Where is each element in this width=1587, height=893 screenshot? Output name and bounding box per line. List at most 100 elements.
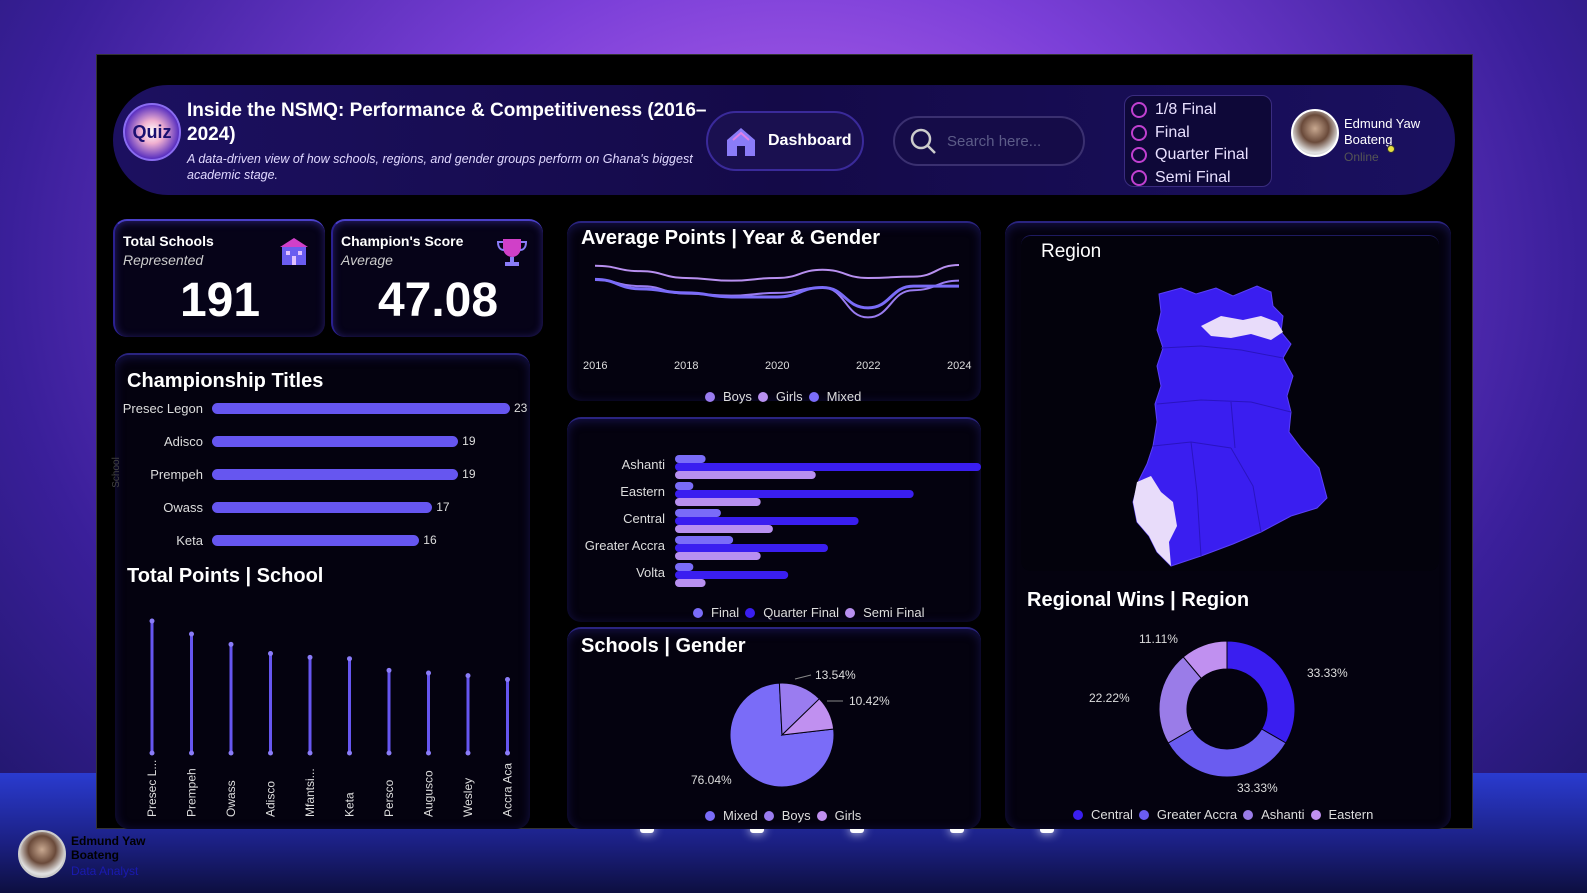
radio-icon[interactable] — [1131, 169, 1147, 186]
lollipop-head — [228, 641, 234, 647]
kpi-subtitle: Average — [341, 252, 393, 268]
stage-option-final[interactable]: Final — [1131, 122, 1265, 145]
legend-label: Girls — [834, 808, 862, 823]
lollipop-head — [347, 656, 352, 662]
lollipop-label: Accra Aca — [501, 763, 515, 817]
map-panel: Region — [1021, 235, 1439, 571]
championship-bar[interactable] — [212, 403, 510, 414]
line-series-boys — [594, 279, 960, 319]
stage-option-semi-final[interactable]: Semi Final — [1131, 167, 1265, 190]
lollipop-base — [347, 750, 352, 756]
avatar — [1291, 109, 1339, 157]
schools-gender-card: Schools | Gender 13.54% 10.42% 76.04% Mixe… — [567, 627, 981, 829]
donut-slice-greater-accra — [1167, 728, 1287, 778]
user-status: Online — [1344, 150, 1379, 164]
search-input[interactable] — [947, 132, 1077, 150]
legend-dot — [757, 391, 768, 402]
avg-points-card: Average Points | Year & Gender 2016 2018 2… — [567, 221, 981, 404]
region-bar — [675, 482, 694, 490]
region-bar — [675, 509, 721, 517]
pie-value-label: 76.04% — [691, 773, 732, 787]
bar-value: 17 — [436, 500, 450, 514]
region-bar — [675, 536, 734, 544]
dashboard-button[interactable]: Dashboard — [706, 111, 864, 171]
region-label: Ashanti — [622, 457, 665, 472]
dashboard-label: Dashboard — [768, 132, 852, 149]
championship-bar[interactable] — [212, 502, 433, 513]
legend-label: Mixed — [723, 808, 758, 823]
region-bar — [675, 490, 914, 498]
lollipop-head — [426, 670, 431, 676]
bar-value: 23 — [514, 401, 528, 415]
page-title: Inside the NSMQ: Performance & Competiti… — [187, 100, 707, 145]
region-bar — [675, 571, 789, 579]
donut-value-label: 33.33% — [1237, 781, 1278, 795]
ghana-map[interactable] — [1021, 236, 1439, 572]
kpi-title: Champion's Score — [341, 233, 464, 249]
kpi-champion-score: Champion's Score Average 47.08 — [331, 219, 543, 337]
user-profile[interactable]: Edmund Yaw Boateng Online — [1291, 107, 1451, 167]
lollipop-head — [505, 677, 510, 682]
bar-label: Presec Legon — [122, 401, 203, 416]
legend-dot — [808, 391, 819, 402]
search-icon — [910, 128, 936, 154]
region-bar — [675, 563, 694, 571]
pie-value-label: 10.42% — [849, 694, 890, 708]
championship-bar[interactable] — [212, 469, 459, 480]
x-tick-label: 2016 — [583, 360, 607, 372]
total-points-title: Total Points | School — [127, 565, 324, 587]
stage-label: Semi Final — [1155, 168, 1231, 186]
legend-label: Ashanti — [1261, 807, 1305, 822]
line-series-girls — [594, 264, 960, 282]
trophy-icon — [496, 239, 528, 266]
lollipop-label: Keta — [343, 792, 357, 817]
online-status-dot — [1387, 145, 1395, 153]
search-box[interactable] — [893, 116, 1085, 166]
pie-leader — [794, 674, 812, 680]
region-bar — [675, 579, 706, 587]
region-bar — [675, 517, 859, 525]
stage-option-quarter-final[interactable]: Quarter Final — [1131, 144, 1265, 167]
donut-value-label: 22.22% — [1089, 691, 1130, 705]
region-label: Greater Accra — [585, 538, 666, 553]
author-name: Edmund Yaw Boateng — [71, 834, 146, 862]
legend-label: Mixed — [826, 389, 862, 404]
legend-dot — [1138, 809, 1149, 820]
header-bar: Quiz Inside the NSMQ: Performance & Comp… — [113, 85, 1455, 195]
region-stage-chart: Ashanti Eastern Central Greater Accra Volta — [585, 455, 981, 587]
lollipop-head — [386, 667, 392, 673]
regional-wins-title: Regional Wins | Region — [1027, 589, 1250, 611]
donut-value-label: 11.11% — [1139, 632, 1178, 646]
region-label: Central — [623, 511, 665, 526]
lollipop-base — [307, 750, 313, 756]
x-tick-label: 2024 — [947, 360, 971, 372]
radio-icon[interactable] — [1131, 124, 1147, 141]
stage-option-1-8-final[interactable]: 1/8 Final — [1131, 99, 1265, 122]
kpi-total-schools: Total Schools Represented 191 — [113, 219, 325, 337]
regional-wins-legend: Central Greater Accra Ashanti Eastern — [1073, 807, 1373, 822]
radio-icon[interactable] — [1131, 102, 1147, 119]
lollipop-base — [268, 750, 273, 756]
kpi-subtitle: Represented — [123, 252, 204, 268]
lollipop-head — [189, 631, 194, 637]
region-bar — [675, 471, 816, 479]
stage-label: Final — [1155, 123, 1190, 141]
lollipop-base — [149, 750, 155, 756]
legend-dot — [845, 607, 856, 618]
lollipop-base — [386, 750, 392, 756]
lollipop-head — [307, 654, 313, 660]
legend-dot — [763, 810, 774, 821]
radio-icon[interactable] — [1131, 147, 1147, 164]
legend-dot — [705, 810, 715, 821]
bar-value: 19 — [462, 467, 476, 481]
legend-label: Semi Final — [863, 605, 925, 620]
championship-bar[interactable] — [212, 535, 420, 546]
user-name: Edmund Yaw Boateng — [1344, 116, 1421, 147]
author-badge: Edmund Yaw Boateng Data Analyst — [16, 830, 166, 880]
legend-dot — [816, 810, 827, 821]
region-label: Eastern — [620, 484, 665, 499]
stage-filter: 1/8 Final Final Quarter Final Semi Final — [1124, 95, 1272, 187]
championship-bar[interactable] — [212, 436, 459, 447]
legend-label: Greater Accra — [1156, 807, 1238, 822]
lollipop-head — [465, 673, 471, 679]
